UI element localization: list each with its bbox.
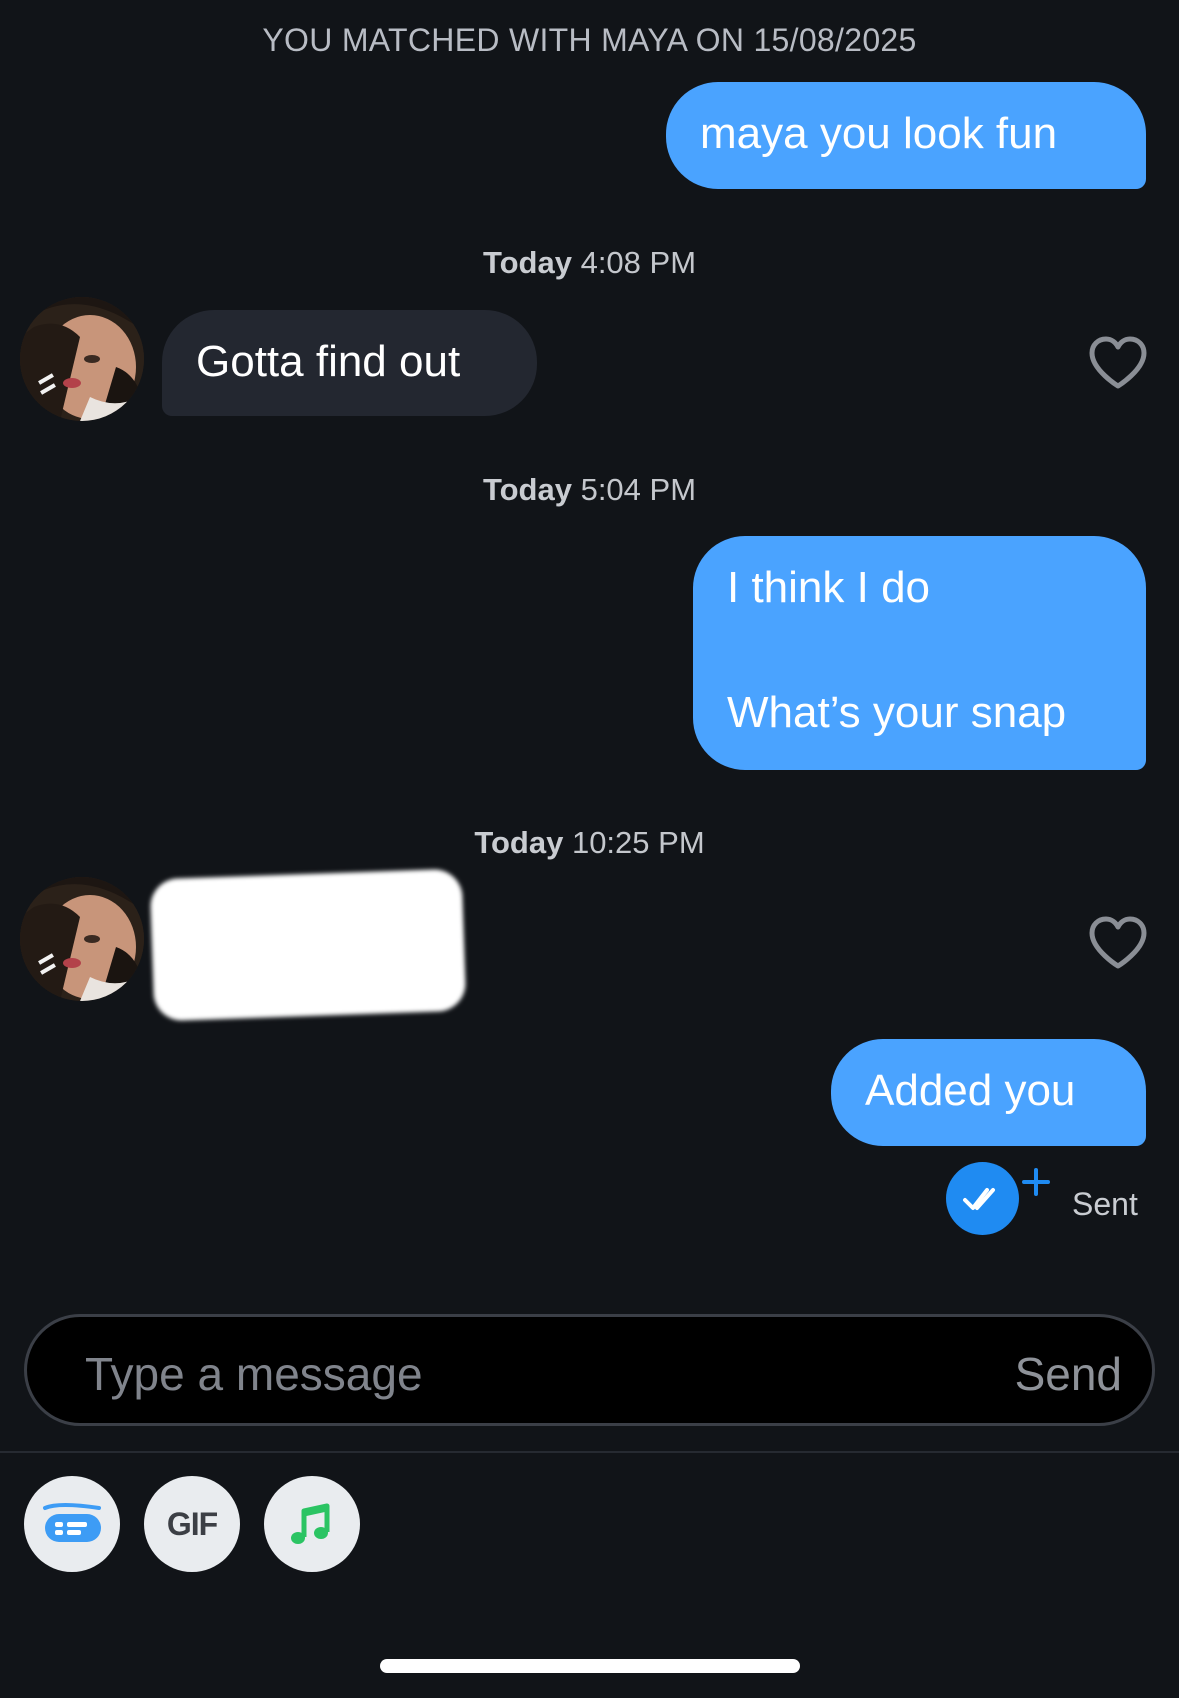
message-card-icon [43,1503,101,1542]
outgoing-message[interactable]: I think I do What’s your snap [693,536,1146,770]
message-input-placeholder: Type a message [85,1348,423,1400]
avatar-photo [20,297,144,421]
timestamp: Today 4:08 PM [0,245,1179,281]
match-banner: YOU MATCHED WITH MAYA ON 15/08/2025 [262,22,917,58]
like-heart-button[interactable] [1088,916,1148,975]
timestamp-time: 4:08 PM [580,245,697,280]
timestamp-time: 5:04 PM [580,472,697,507]
chat-screen: YOU MATCHED WITH MAYA ON 15/08/2025 maya… [0,0,1179,1698]
timestamp-day: Today [482,472,572,507]
message-status: Sent [1072,1186,1138,1222]
message-text: Gotta find out [196,337,461,386]
message-input[interactable]: Type a message Send [24,1314,1155,1426]
music-button[interactable] [264,1476,360,1572]
avatar[interactable] [20,877,144,1001]
outgoing-message[interactable]: maya you look fun [666,82,1146,189]
timestamp: Today 10:25 PM [0,825,1179,861]
gif-icon: GIF [166,1505,218,1542]
avatar-photo [20,877,144,1001]
like-heart-button[interactable] [1088,336,1148,395]
divider [0,1451,1179,1453]
heart-icon [1089,916,1147,969]
plus-icon[interactable] [1022,1168,1050,1196]
avatar[interactable] [20,297,144,421]
message-text-line: I think I do [727,563,931,612]
timestamp-day: Today [474,825,564,860]
home-indicator[interactable] [380,1659,800,1673]
timestamp: Today 5:04 PM [0,472,1179,508]
message-text: maya you look fun [700,109,1058,158]
timestamp-day: Today [482,245,572,280]
timestamp-time: 10:25 PM [571,825,705,860]
message-text: Added you [865,1066,1076,1115]
gif-button[interactable]: GIF [144,1476,240,1572]
incoming-message[interactable]: Gotta find out [162,310,537,416]
read-receipt-icon[interactable] [946,1162,1019,1235]
music-note-icon [291,1503,330,1544]
heart-icon [1089,336,1147,389]
send-button[interactable]: Send [1015,1347,1122,1401]
message-card-button[interactable] [24,1476,120,1572]
outgoing-message[interactable]: Added you [831,1039,1146,1146]
redacted-message [149,868,467,1022]
message-text-line: What’s your snap [727,688,1067,737]
